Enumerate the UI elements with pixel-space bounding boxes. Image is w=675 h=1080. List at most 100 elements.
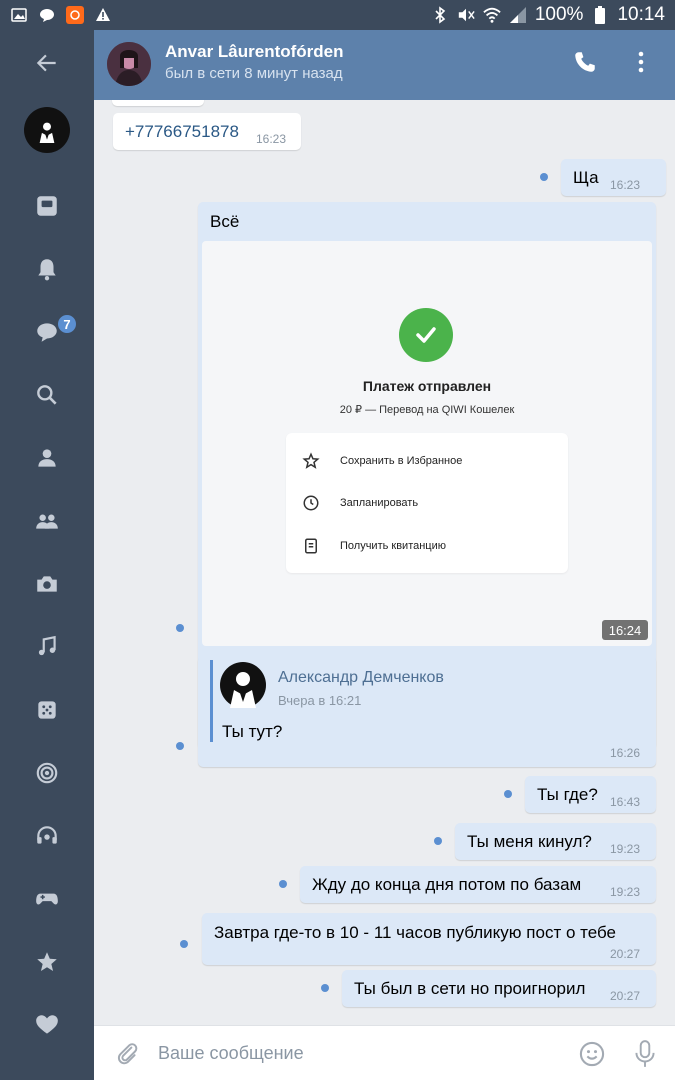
avatar xyxy=(24,107,70,153)
message-text: Жду до конца дня потом по базам xyxy=(312,875,582,894)
phone-number-link[interactable]: +77766751878 xyxy=(125,122,239,142)
more-vertical-icon xyxy=(638,51,644,73)
message-bubble-outgoing[interactable]: Ты меня кинул? 19:23 xyxy=(455,823,656,860)
wifi-icon xyxy=(483,6,501,24)
peer-last-seen: был в сети 8 минут назад xyxy=(165,65,343,82)
star-icon xyxy=(37,952,57,971)
sidebar-item-podcasts[interactable] xyxy=(0,813,94,859)
schedule-action: Запланировать xyxy=(300,488,418,518)
composer: Ваше сообщение xyxy=(94,1025,675,1080)
message-time: 19:23 xyxy=(610,842,641,856)
message-bubble-outgoing[interactable]: Ща 16:23 xyxy=(561,159,666,196)
sidebar-item-friends[interactable] xyxy=(0,435,94,481)
chat-notification-icon xyxy=(38,6,56,24)
success-check-icon xyxy=(399,308,453,362)
profile-avatar[interactable] xyxy=(0,107,94,153)
gamepad-icon xyxy=(36,893,58,905)
warning-icon xyxy=(94,6,112,24)
unread-dot xyxy=(321,984,329,992)
sidebar-item-apps[interactable] xyxy=(0,687,94,733)
sidebar-item-bookmarks[interactable] xyxy=(0,939,94,985)
bluetooth-icon xyxy=(431,6,449,24)
clock: 10:14 xyxy=(617,4,665,25)
forward-author-avatar xyxy=(220,662,266,708)
save-favorite-action: Сохранить в Избранное xyxy=(300,446,462,476)
unread-dot xyxy=(180,940,188,948)
sidebar-item-games[interactable] xyxy=(0,876,94,922)
camera-icon xyxy=(37,576,57,592)
message-bubble-outgoing[interactable]: Завтра где-то в 10 - 11 часов публикую п… xyxy=(202,913,656,965)
battery-icon xyxy=(591,6,609,24)
sidebar-item-music[interactable] xyxy=(0,624,94,670)
person-icon xyxy=(38,449,56,467)
voice-message-button[interactable] xyxy=(632,1039,658,1074)
message-time: 19:23 xyxy=(610,885,641,899)
attached-image[interactable]: Платеж отправлен 20 ₽ — Перевод на QIWI … xyxy=(202,241,652,646)
peer-name[interactable]: Anvar Lâurentofórden xyxy=(165,42,344,62)
paperclip-icon xyxy=(117,1043,138,1065)
back-button[interactable] xyxy=(0,40,94,86)
sidebar-item-likes[interactable] xyxy=(0,1002,94,1048)
message-text: Всё xyxy=(210,212,240,231)
image-time: 16:24 xyxy=(602,620,648,640)
payment-title: Платеж отправлен xyxy=(362,378,492,394)
emoji-button[interactable] xyxy=(578,1040,606,1073)
unread-dot xyxy=(279,880,287,888)
message-bubble-outgoing[interactable]: Ты был в сети но проигнорил 20:27 xyxy=(342,970,656,1007)
sidebar-item-news[interactable] xyxy=(0,183,94,229)
attach-button[interactable] xyxy=(114,1040,140,1071)
status-bar: 100% 10:14 xyxy=(0,0,675,30)
target-icon xyxy=(36,762,58,784)
sidebar-item-notifications[interactable] xyxy=(0,246,94,292)
back-arrow-icon xyxy=(36,54,56,72)
star-outline-icon xyxy=(300,450,322,472)
sidebar: 7 xyxy=(0,30,94,1080)
message-bubble-clipped xyxy=(112,100,204,106)
sidebar-item-messages[interactable]: 7 xyxy=(0,309,94,355)
message-time: 16:26 xyxy=(610,746,641,760)
gallery-notification-icon xyxy=(10,6,28,24)
peer-avatar[interactable] xyxy=(107,42,151,86)
microphone-icon xyxy=(635,1040,655,1067)
unread-dot xyxy=(540,173,548,181)
receipt-icon xyxy=(300,535,322,557)
unread-dot xyxy=(176,742,184,750)
more-options-button[interactable] xyxy=(631,49,651,80)
action-label: Получить квитанцию xyxy=(340,540,447,552)
unread-dot xyxy=(176,624,184,632)
message-time: 20:27 xyxy=(610,989,641,1003)
call-button[interactable] xyxy=(572,49,598,80)
mute-icon xyxy=(457,6,475,24)
action-label: Запланировать xyxy=(340,497,419,509)
action-label: Сохранить в Избранное xyxy=(340,455,463,467)
vk-notification-icon xyxy=(66,6,84,24)
sidebar-item-live[interactable] xyxy=(0,750,94,796)
sidebar-item-photos[interactable] xyxy=(0,561,94,607)
bell-icon xyxy=(38,259,56,281)
message-text: Ты меня кинул? xyxy=(467,832,592,851)
payment-actions-card: Сохранить в Избранное Запланировать Полу… xyxy=(286,433,568,573)
message-text: Ты где? xyxy=(537,785,598,804)
message-input[interactable]: Ваше сообщение xyxy=(158,1043,304,1064)
forward-bar xyxy=(210,660,213,742)
unread-dot xyxy=(504,790,512,798)
message-list[interactable]: +77766751878 16:23 Ща 16:23 Всё Платеж о… xyxy=(94,100,675,1025)
forward-date: Вчера в 16:21 xyxy=(278,693,362,708)
headphones-icon xyxy=(37,826,57,844)
message-time: 16:43 xyxy=(610,795,641,809)
message-bubble[interactable]: +77766751878 16:23 xyxy=(113,113,301,150)
message-text: Завтра где-то в 10 - 11 часов публикую п… xyxy=(214,923,616,942)
heart-icon xyxy=(36,1015,58,1034)
message-bubble-outgoing[interactable]: Ты где? 16:43 xyxy=(525,776,656,813)
sidebar-item-groups[interactable] xyxy=(0,498,94,544)
message-bubble-outgoing[interactable]: Александр Демченков Вчера в 16:21 Ты тут… xyxy=(198,656,656,767)
chat-header: Anvar Lâurentofórden был в сети 8 минут … xyxy=(94,30,675,100)
message-bubble-outgoing[interactable]: Жду до конца дня потом по базам 19:23 xyxy=(300,866,656,903)
sidebar-item-search[interactable] xyxy=(0,372,94,418)
group-icon xyxy=(36,514,58,529)
unread-badge: 7 xyxy=(56,313,78,335)
message-time: 16:23 xyxy=(256,132,287,146)
message-text: Ща xyxy=(573,168,599,187)
forward-author-name[interactable]: Александр Демченков xyxy=(278,669,444,687)
receipt-action: Получить квитанцию xyxy=(300,531,446,561)
